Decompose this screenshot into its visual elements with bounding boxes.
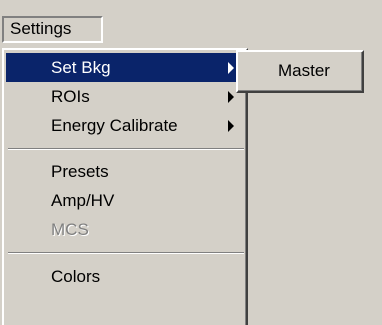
- menu-item-mcs: MCS: [6, 215, 246, 244]
- menu-item-energy-calibrate[interactable]: Energy Calibrate: [6, 111, 246, 140]
- menu-item-label: Set Bkg: [51, 58, 111, 77]
- submenu-item-label: Master: [278, 61, 330, 80]
- submenu-item-master[interactable]: Master: [240, 58, 358, 84]
- set-bkg-submenu: Master: [236, 50, 364, 93]
- menu-settings-label: Settings: [10, 19, 72, 38]
- menu-item-rois[interactable]: ROIs: [6, 82, 246, 111]
- menu-item-label: Amp/HV: [51, 191, 115, 210]
- menu-item-label: ROIs: [51, 87, 90, 106]
- menu-separator: [8, 252, 244, 254]
- settings-dropdown-menu: Set Bkg ROIs Energy Calibrate Presets Am…: [2, 48, 248, 325]
- submenu-arrow-icon: [228, 62, 234, 74]
- menu-item-label: Presets: [51, 162, 109, 181]
- menu-item-label: MCS: [51, 220, 89, 239]
- menu-item-amp-hv[interactable]: Amp/HV: [6, 186, 246, 215]
- application-window: Settings Set Bkg ROIs Energy Calibrate P…: [0, 0, 382, 325]
- menu-item-colors[interactable]: Colors: [6, 262, 246, 291]
- menu-settings[interactable]: Settings: [2, 16, 103, 43]
- menu-item-label: Energy Calibrate: [51, 116, 178, 135]
- submenu-arrow-icon: [228, 120, 234, 132]
- submenu-arrow-icon: [228, 91, 234, 103]
- menu-item-label: Colors: [51, 267, 101, 286]
- menu-separator: [8, 148, 244, 150]
- menu-item-presets[interactable]: Presets: [6, 157, 246, 186]
- menu-item-set-bkg[interactable]: Set Bkg: [6, 53, 246, 82]
